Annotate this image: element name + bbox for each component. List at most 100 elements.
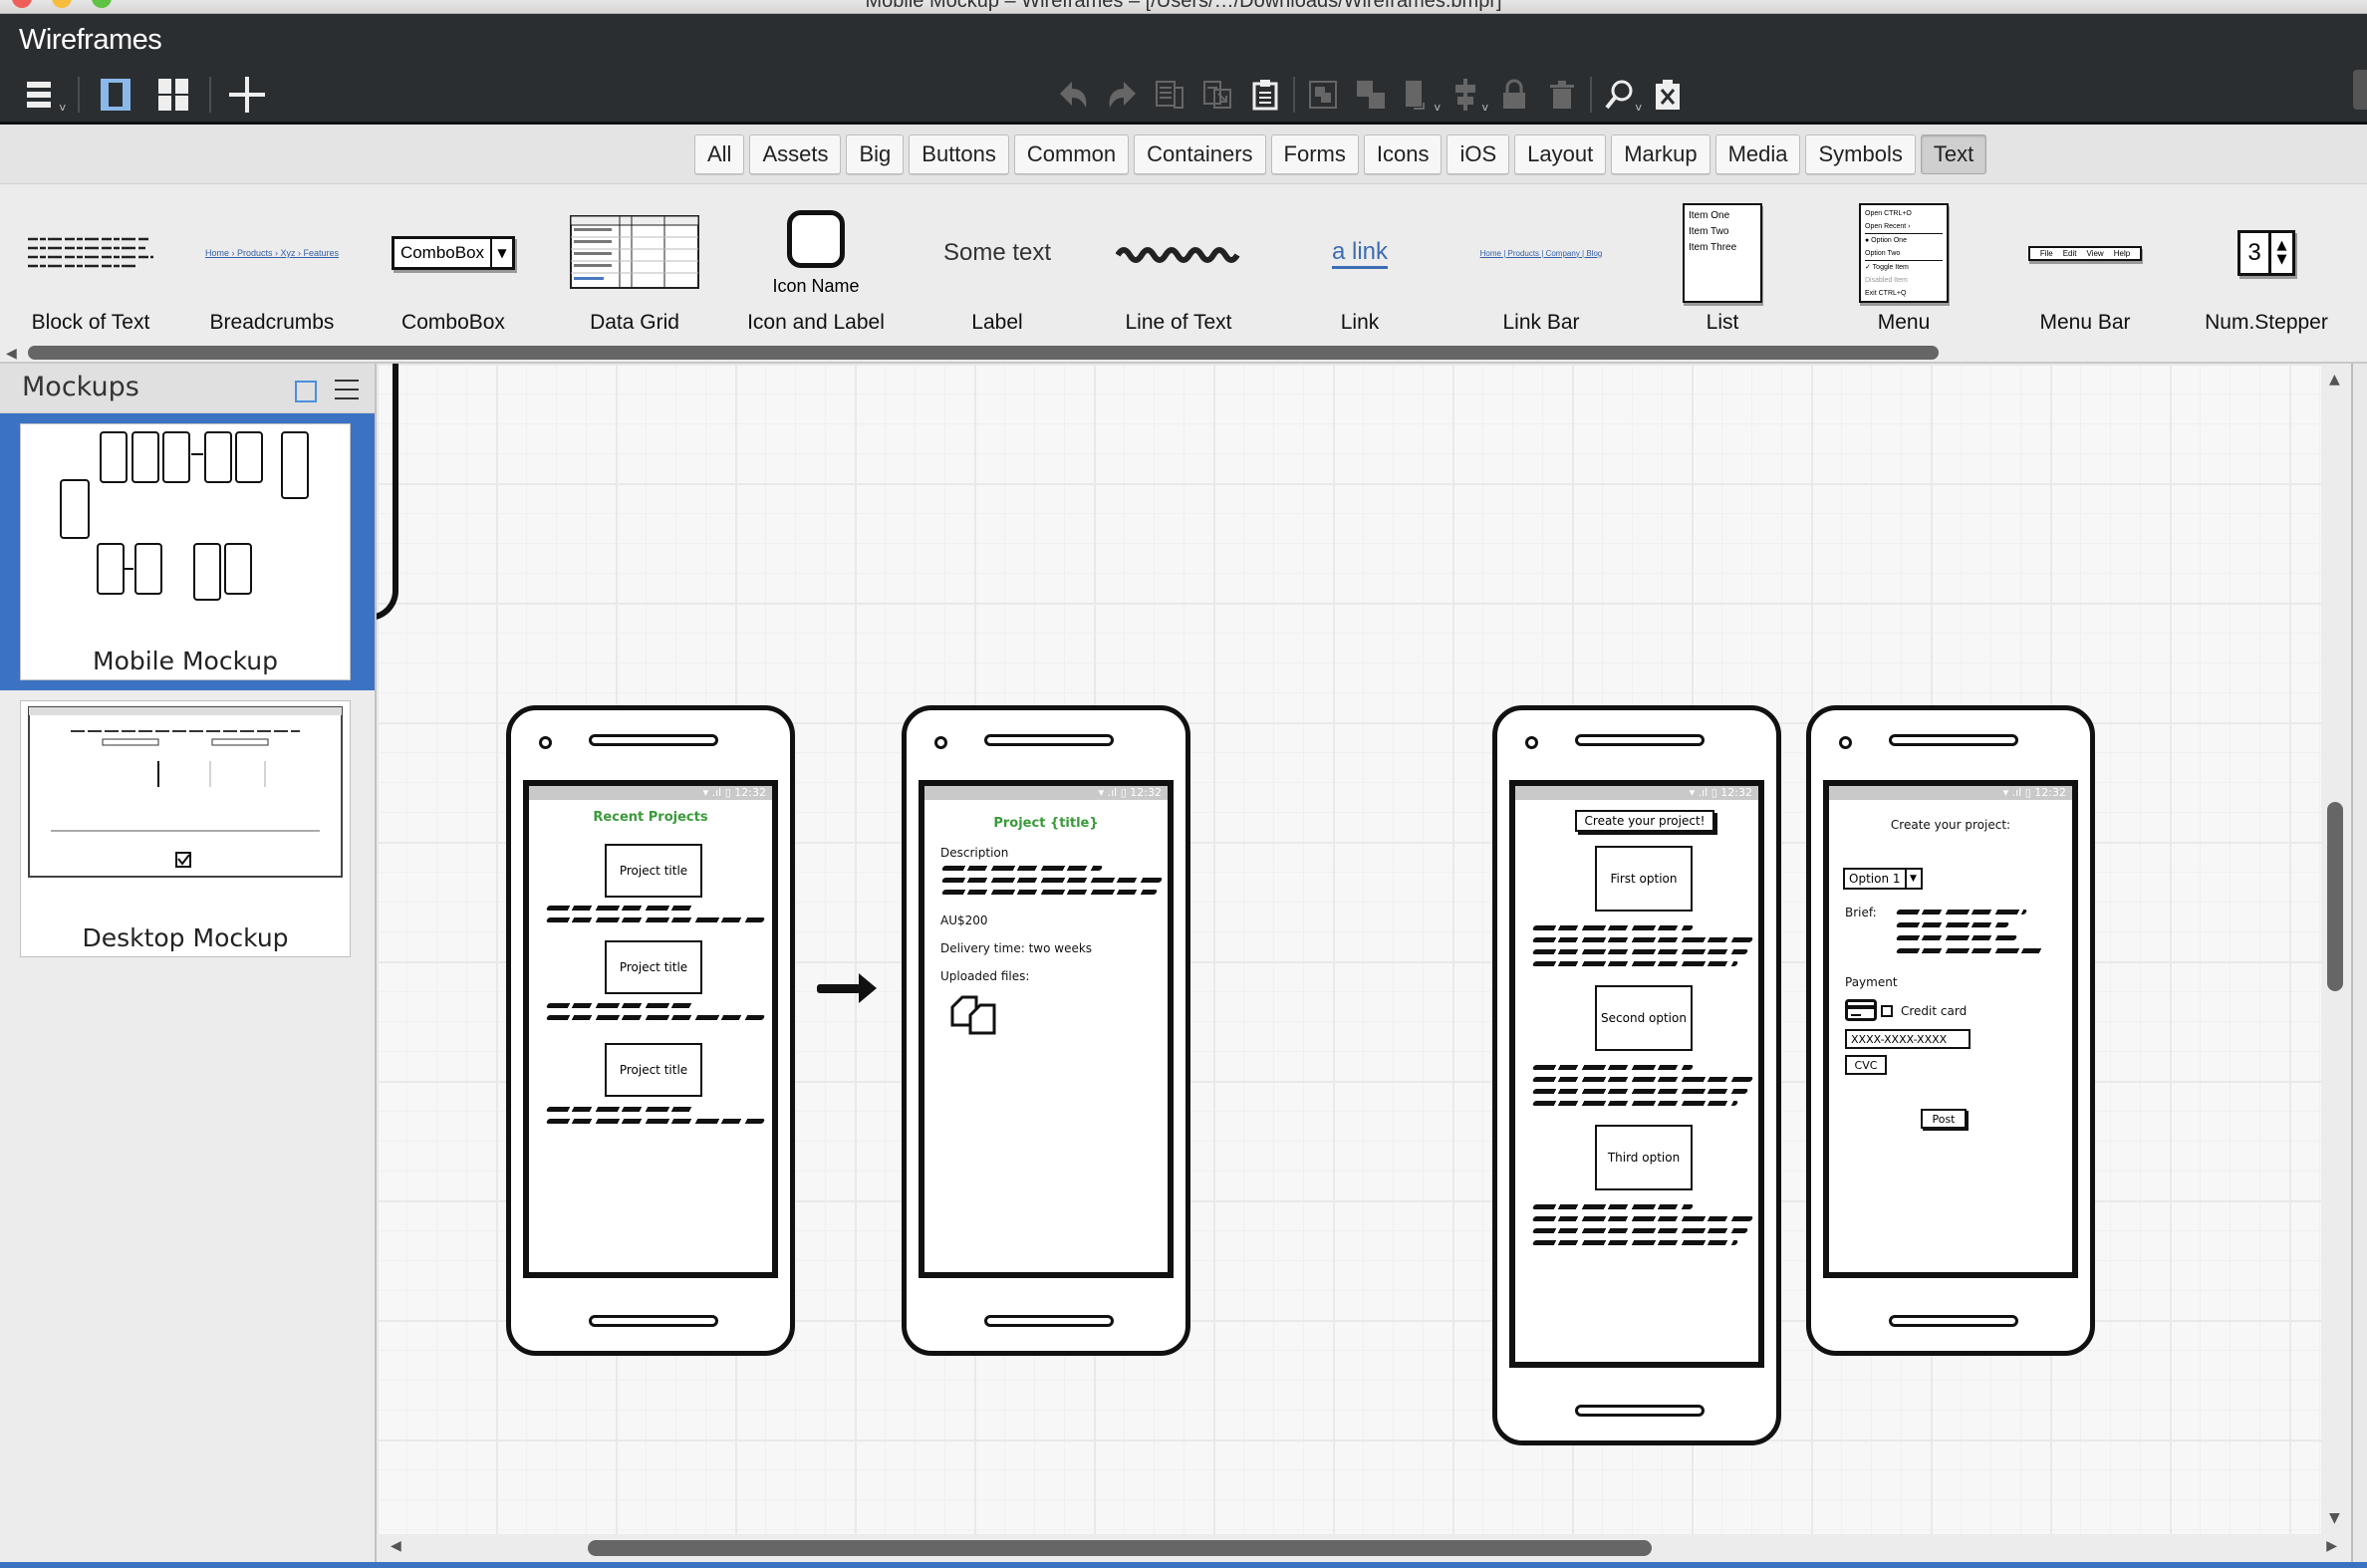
card-number-input[interactable]: XXXX-XXXX-XXXX [1845,1029,1971,1049]
menu-preview-item: ● Option One [1865,233,1943,247]
single-pane-view-button[interactable] [94,73,137,117]
paste-special-button[interactable] [1197,73,1237,117]
tab-icons[interactable]: Icons [1363,134,1443,174]
ungroup-button[interactable] [1351,73,1391,117]
search-button[interactable]: v [1600,73,1642,117]
mockup-item-desktop[interactable]: Desktop Mockup [0,690,375,967]
project-card[interactable]: Project title [605,940,702,994]
phone-speaker [589,734,718,746]
lock-button[interactable] [1494,73,1534,117]
partial-phone-wireframe[interactable] [377,364,398,621]
project-card[interactable]: Project title [605,1043,702,1097]
project-card[interactable]: Project title [605,844,702,898]
scribble-text [1531,961,1739,966]
list-preview-item: Item Three [1689,242,1737,253]
phone-wireframe-project-detail[interactable]: ▾ .ıl ▯ 12:32 Project {title} Descriptio… [902,705,1190,1356]
tab-markup[interactable]: Markup [1611,134,1710,174]
cvc-input[interactable]: CVC [1845,1055,1887,1075]
align-button[interactable]: v [1446,73,1488,117]
library-item-link-bar[interactable]: Home | Products | Company | Blog Link Ba… [1450,184,1632,344]
library-item-num-stepper[interactable]: 3 ▲ ▼ Num.Stepper [2176,184,2357,344]
library-item-block-of-text[interactable]: Block of Text [0,184,181,344]
phone-home-button [1575,1405,1705,1417]
sidebar-header: Mockups [0,364,375,413]
app-name: Wireframes [19,24,162,56]
phone-wireframe-create-form[interactable]: ▾ .ıl ▯ 12:32 Create your project: Optio… [1806,705,2095,1356]
library-item-link[interactable]: a link Link [1269,184,1450,344]
arrange-button[interactable]: v [1399,73,1441,117]
mockup-thumbnail[interactable]: Desktop Mockup [20,700,351,957]
create-project-button[interactable]: Create your project! [1575,810,1714,832]
library-item-list[interactable]: Item One Item Two Item Three List [1632,184,1813,344]
scroll-left-icon[interactable]: ◀ [391,1538,401,1554]
tab-symbols[interactable]: Symbols [1805,134,1916,174]
undo-button[interactable] [1054,73,1094,117]
option-card[interactable]: First option [1595,846,1693,912]
mockup-canvas[interactable]: ▾ .ıl ▯ 12:32 Recent Projects Project ti… [377,364,2321,1534]
tab-common[interactable]: Common [1013,134,1130,174]
library-item-data-grid[interactable]: Data Grid [544,184,725,344]
library-item-icon-and-label[interactable]: Icon Name Icon and Label [725,184,907,344]
tab-buttons[interactable]: Buttons [909,134,1009,174]
mockup-item-mobile[interactable]: Mobile Mockup [0,413,375,690]
library-item-label[interactable]: Some text Label [907,184,1088,344]
scribble-text [1531,1101,1739,1106]
tab-containers[interactable]: Containers [1134,134,1266,174]
phone-wireframe-recent-projects[interactable]: ▾ .ıl ▯ 12:32 Recent Projects Project ti… [506,705,795,1356]
hamburger-menu-button[interactable]: v [20,73,66,117]
copy-button[interactable] [1150,73,1189,117]
files-icon[interactable] [948,993,1000,1037]
add-button[interactable] [225,73,269,117]
tab-assets[interactable]: Assets [749,134,842,174]
breadcrumbs-preview-text: Home › Products › Xyz › Features [204,248,340,258]
library-scrollbar[interactable]: ◀ [0,344,2367,362]
mockup-thumbnail[interactable]: Mobile Mockup [20,423,351,680]
option-select-value: Option 1 [1849,872,1901,886]
library-item-menu-bar[interactable]: File Edit View Help Menu Bar [1994,184,2176,344]
option-card[interactable]: Third option [1595,1125,1693,1190]
thumbnail-view-button[interactable] [295,381,317,402]
chevron-down-icon: ▼ [1904,870,1921,888]
clipboard-icon [1252,80,1278,111]
library-item-line-of-text[interactable]: Line of Text [1088,184,1269,344]
horizontal-scroll-thumb[interactable] [588,1540,1652,1556]
library-scroll-thumb[interactable] [28,346,1939,360]
vertical-scroll-thumb[interactable] [2327,802,2343,991]
library-item-breadcrumbs[interactable]: Home › Products › Xyz › Features Breadcr… [181,184,363,344]
credit-card-checkbox[interactable] [1881,1005,1893,1017]
tab-media[interactable]: Media [1714,134,1801,174]
library-item-label: Icon and Label [747,311,885,334]
option-select[interactable]: Option 1 ▼ [1843,868,1923,890]
tab-text[interactable]: Text [1920,134,1987,174]
menu-bar-preview-item: Edit [2062,248,2077,258]
group-button[interactable] [1303,73,1343,117]
clear-clipboard-button[interactable] [1648,73,1688,117]
canvas-horizontal-scrollbar[interactable]: ◀ ▶ [377,1534,2351,1562]
flow-arrow-icon[interactable] [815,971,879,1005]
library-item-combobox[interactable]: ComboBox ▼ ComboBox [363,184,544,344]
tab-forms[interactable]: Forms [1270,134,1359,174]
tab-all[interactable]: All [694,134,745,174]
scroll-up-icon[interactable]: ▲ [2329,372,2340,388]
scribble-text [1531,937,1754,942]
redo-button[interactable] [1102,73,1142,117]
list-view-button[interactable] [335,380,359,401]
search-icon [1605,80,1633,110]
scroll-right-icon[interactable]: ▶ [2326,1538,2337,1554]
option-card[interactable]: Second option [1595,985,1693,1051]
delete-button[interactable] [1542,73,1582,117]
tab-ios[interactable]: iOS [1446,134,1510,174]
scroll-left-icon[interactable]: ◀ [6,346,17,362]
grid-view-button[interactable] [151,73,195,117]
scroll-down-icon[interactable]: ▼ [2329,1510,2340,1526]
phone-wireframe-create-options[interactable]: ▾ .ıl ▯ 12:32 Create your project! First… [1492,705,1781,1445]
library-item-menu[interactable]: Open CTRL+O Open Recent › ● Option One O… [1813,184,1994,344]
canvas-vertical-scrollbar[interactable]: ▲ ▼ [2321,364,2351,1534]
post-button[interactable]: Post [1921,1109,1967,1129]
group-icon [1309,81,1337,109]
clipboard-button[interactable] [1245,73,1285,117]
tab-layout[interactable]: Layout [1514,134,1607,174]
tab-big[interactable]: Big [846,134,905,174]
credit-card-label: Credit card [1901,1004,1968,1018]
toolbar-divider [209,77,211,113]
